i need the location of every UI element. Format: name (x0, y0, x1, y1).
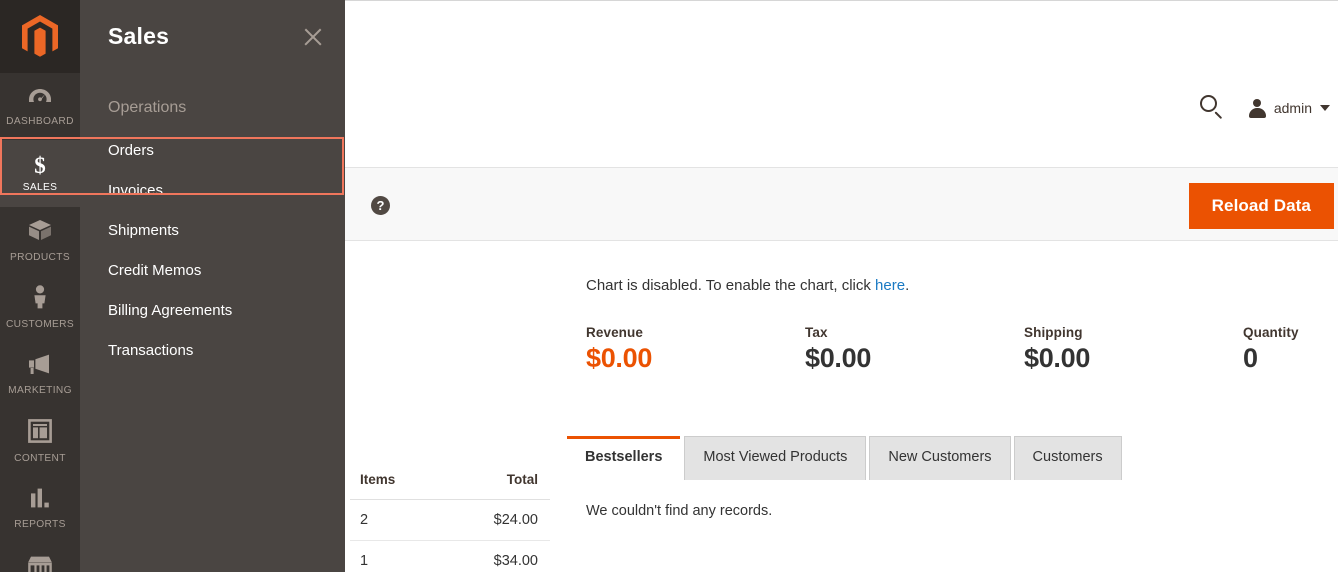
kpi-quantity: Quantity 0 (1243, 325, 1299, 374)
sidebar-item-products[interactable]: PRODUCTS (0, 207, 80, 274)
chevron-down-icon (1320, 105, 1330, 111)
storefront-icon (26, 554, 54, 572)
cell-items: 1 (350, 540, 451, 572)
close-icon[interactable] (301, 25, 325, 49)
cell-total: $34.00 (450, 540, 550, 572)
menu-item-shipments[interactable]: Shipments (80, 211, 345, 251)
reload-data-button[interactable]: Reload Data (1188, 183, 1334, 229)
kpi-value: 0 (1243, 343, 1258, 373)
tab-new-customers[interactable]: New Customers (869, 436, 1011, 480)
box-icon (27, 218, 53, 247)
tab-most-viewed-products[interactable]: Most Viewed Products (684, 436, 867, 480)
kpi-value: $0.00 (586, 343, 653, 373)
cell-total: $24.00 (450, 499, 550, 541)
sidebar-item-stores[interactable]: STORES (0, 542, 80, 572)
flyout-title: Sales (108, 23, 170, 49)
gauge-icon (27, 86, 53, 111)
page-actions-bar: ? Reload Data (345, 167, 1338, 241)
dashboard-tabs: Bestsellers Most Viewed Products New Cus… (566, 436, 1125, 480)
table-row[interactable]: 1 $34.00 (350, 540, 550, 572)
admin-dashboard-screen: Items Total 2 $24.00 1 $34.00 admin ? Re… (0, 0, 1338, 572)
sidebar-item-label: REPORTS (14, 519, 66, 530)
menu-item-orders[interactable]: Orders (80, 131, 345, 171)
flyout-header: Sales (80, 0, 345, 73)
tab-bestsellers[interactable]: Bestsellers (566, 436, 682, 480)
kpi-revenue: Revenue $0.00 (586, 325, 805, 374)
kpi-value: $0.00 (1024, 343, 1091, 373)
flyout-section-label: Operations (108, 99, 187, 116)
tab-customers[interactable]: Customers (1013, 436, 1122, 480)
chart-notice-suffix: . (905, 277, 910, 294)
search-icon[interactable] (1199, 95, 1226, 121)
user-menu[interactable]: admin (1248, 98, 1330, 118)
sidebar-item-label: SALES (22, 182, 58, 193)
person-icon (31, 285, 49, 314)
bar-chart-icon (28, 487, 52, 514)
background-orders-table: Items Total 2 $24.00 1 $34.00 (350, 462, 550, 572)
kpi-label: Revenue (586, 325, 643, 340)
sidebar-item-customers[interactable]: CUSTOMERS (0, 274, 80, 341)
kpi-summary: Revenue $0.00 Tax $0.00 Shipping $0.00 Q… (586, 325, 1338, 374)
admin-header: admin (938, 95, 1338, 155)
sidebar-item-dashboard[interactable]: DASHBOARD (0, 73, 80, 140)
kpi-label: Shipping (1024, 325, 1083, 340)
sidebar-item-label: DASHBOARD (6, 116, 74, 127)
tab-panel-bestsellers: We couldn't find any records. (566, 485, 1338, 545)
cell-items: 2 (350, 499, 451, 541)
menu-item-invoices[interactable]: Invoices (80, 171, 345, 211)
sidebar-item-content[interactable]: CONTENT (0, 408, 80, 475)
menu-item-credit-memos[interactable]: Credit Memos (80, 251, 345, 291)
dollar-icon: $ (34, 153, 46, 178)
column-header-items[interactable]: Items (350, 462, 451, 500)
sidebar-item-label: CUSTOMERS (5, 319, 75, 330)
enable-chart-link[interactable]: here (875, 277, 905, 294)
chart-notice-prefix: Chart is disabled. To enable the chart, … (586, 277, 876, 294)
sidebar-item-label: PRODUCTS (10, 252, 70, 263)
kpi-value: $0.00 (805, 343, 872, 373)
sidebar-item-label: MARKETING (8, 385, 72, 396)
sidebar-item-label: CONTENT (14, 453, 66, 464)
megaphone-icon (27, 353, 53, 380)
kpi-label: Tax (805, 325, 828, 340)
sales-flyout-menu: Sales Operations Orders Invoices Shipmen… (80, 0, 345, 572)
menu-item-billing-agreements[interactable]: Billing Agreements (80, 291, 345, 331)
help-icon[interactable]: ? (371, 196, 390, 215)
layout-icon (28, 419, 52, 448)
sidebar-item-marketing[interactable]: MARKETING (0, 341, 80, 408)
user-avatar-icon (1248, 98, 1267, 118)
magento-logo-icon[interactable] (0, 0, 80, 73)
page-top-divider (345, 0, 1338, 1)
chart-disabled-notice: Chart is disabled. To enable the chart, … (586, 277, 909, 294)
menu-item-transactions[interactable]: Transactions (80, 331, 345, 371)
kpi-shipping: Shipping $0.00 (1024, 325, 1243, 374)
kpi-tax: Tax $0.00 (805, 325, 1024, 374)
table-row[interactable]: 2 $24.00 (350, 499, 550, 541)
sidebar-item-sales[interactable]: $ SALES (0, 140, 80, 207)
primary-sidebar: DASHBOARD $ SALES PRODUCTS CUSTOMERS MAR… (0, 0, 80, 572)
empty-records-message: We couldn't find any records. (586, 503, 773, 519)
column-header-total[interactable]: Total (450, 462, 550, 500)
sidebar-item-reports[interactable]: REPORTS (0, 475, 80, 542)
table-header-row: Items Total (350, 462, 550, 500)
user-name-label: admin (1273, 100, 1312, 116)
kpi-label: Quantity (1243, 325, 1299, 340)
